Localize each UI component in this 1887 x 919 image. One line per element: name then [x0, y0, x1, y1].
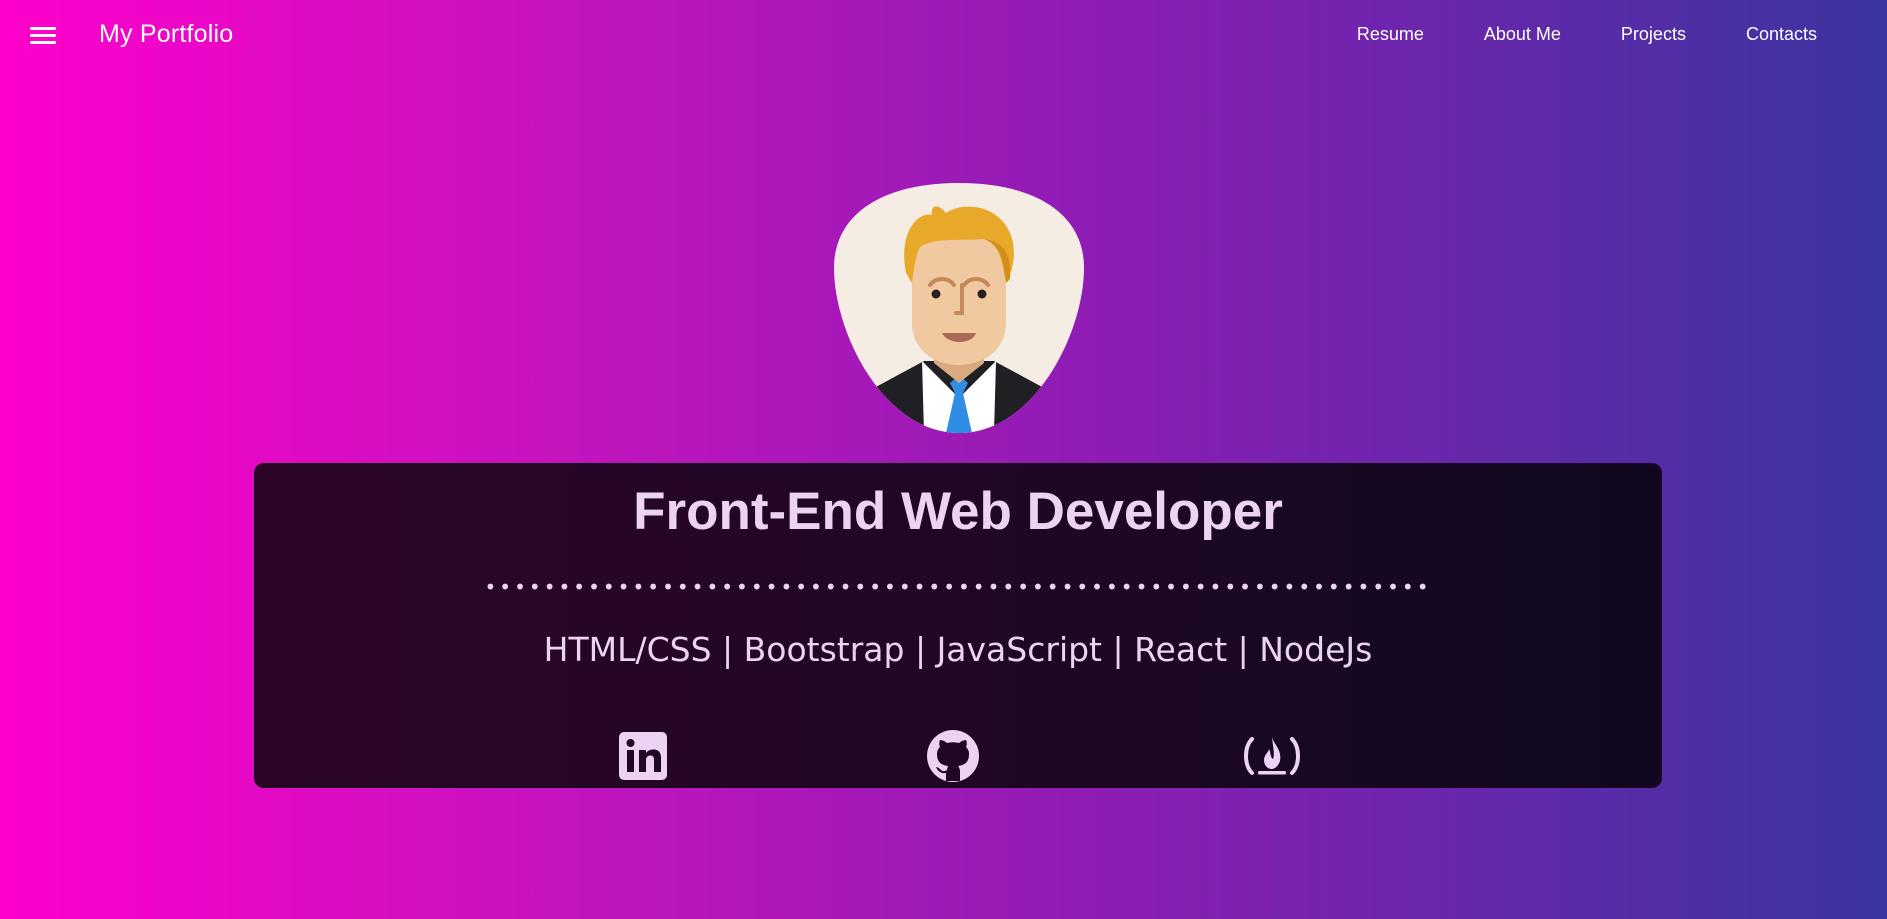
- brand-link[interactable]: My Portfolio: [99, 20, 233, 49]
- linkedin-icon[interactable]: [616, 729, 670, 783]
- freecodecamp-icon[interactable]: [1240, 729, 1304, 783]
- hero-card: Front-End Web Developer ••••••••••••••••…: [254, 463, 1662, 788]
- hamburger-menu-icon[interactable]: [30, 25, 56, 45]
- navbar: My Portfolio Resume About Me Projects Co…: [0, 0, 1887, 72]
- nav-link-resume[interactable]: Resume: [1357, 24, 1424, 45]
- page-title: Front-End Web Developer: [633, 482, 1283, 541]
- skills-list: HTML/CSS | Bootstrap | JavaScript | Reac…: [543, 630, 1373, 669]
- nav-link-projects[interactable]: Projects: [1621, 24, 1686, 45]
- nav-links: Resume About Me Projects Contacts: [1297, 24, 1817, 45]
- nav-link-about-me[interactable]: About Me: [1484, 24, 1561, 45]
- dotted-divider: ••••••••••••••••••••••••••••••••••••••••…: [484, 575, 1432, 599]
- nav-link-contacts[interactable]: Contacts: [1746, 24, 1817, 45]
- github-icon[interactable]: [926, 729, 980, 783]
- developer-avatar-illustration: [834, 183, 1084, 433]
